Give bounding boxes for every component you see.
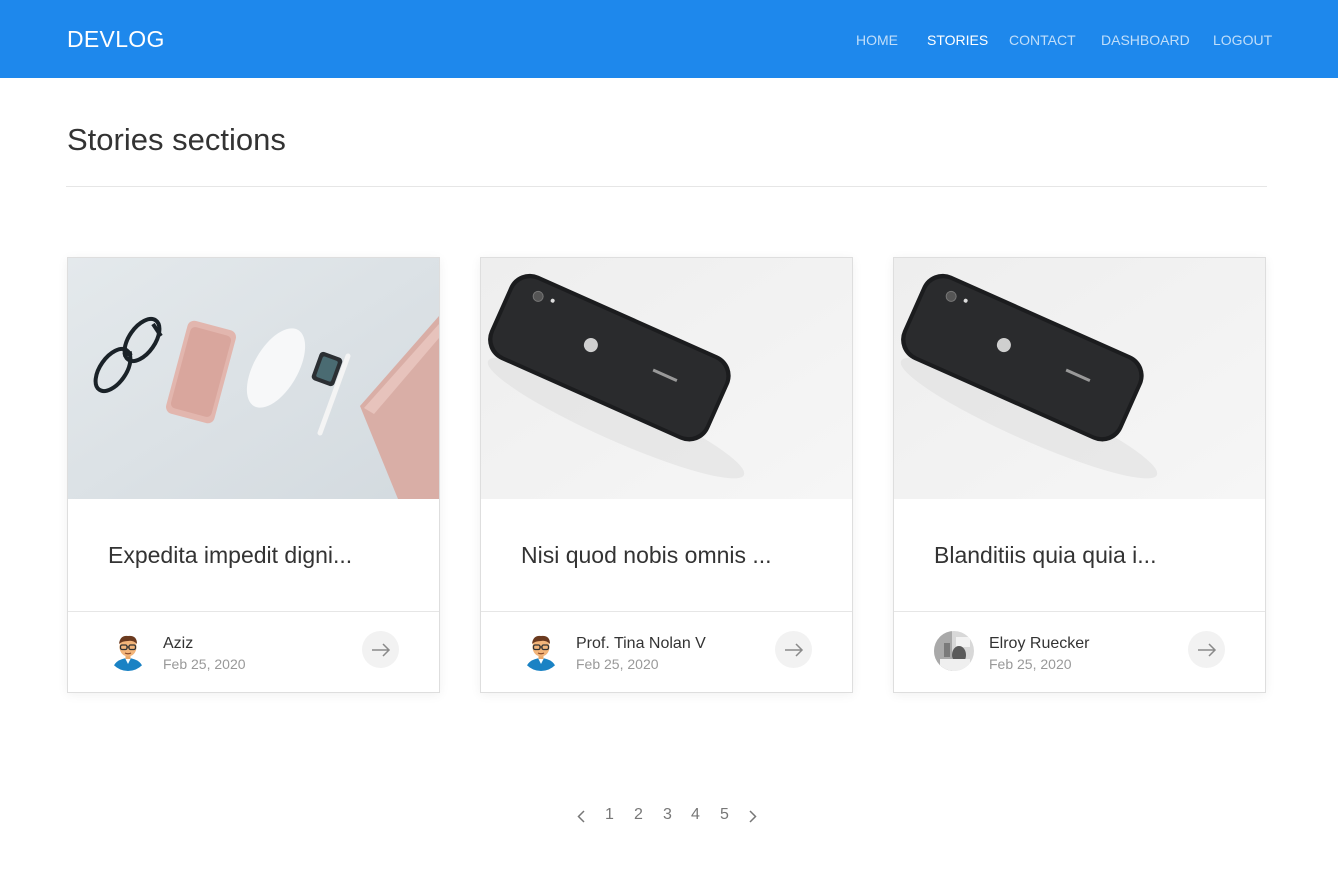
grayscale-photo-avatar (934, 631, 974, 671)
read-more-button[interactable] (362, 631, 399, 668)
top-navbar: DEVLOG HOME STORIES CONTACT DASHBOARD LO… (0, 0, 1338, 78)
story-title[interactable]: Expedita impedit digni... (108, 542, 352, 569)
story-card[interactable]: Blanditiis quia quia i... Elroy Ruecker … (893, 257, 1266, 693)
man-glasses-avatar-icon (521, 631, 561, 671)
story-title[interactable]: Nisi quod nobis omnis ... (521, 542, 772, 569)
nav-dashboard-link[interactable]: DASHBOARD (1101, 32, 1190, 48)
chevron-right-icon[interactable] (749, 810, 757, 828)
story-title[interactable]: Blanditiis quia quia i... (934, 542, 1156, 569)
story-image-desk[interactable] (68, 258, 439, 499)
post-date: Feb 25, 2020 (989, 656, 1072, 672)
card-divider (894, 611, 1265, 612)
chevron-left-icon[interactable] (577, 810, 585, 828)
post-date: Feb 25, 2020 (163, 656, 246, 672)
story-image-iphone[interactable] (894, 258, 1265, 499)
read-more-button[interactable] (1188, 631, 1225, 668)
page-link-2[interactable]: 2 (634, 806, 643, 824)
nav-home-link[interactable]: HOME (856, 32, 898, 48)
story-image-iphone[interactable] (481, 258, 852, 499)
page-link-4[interactable]: 4 (691, 806, 700, 824)
card-divider (68, 611, 439, 612)
page-link-5[interactable]: 5 (720, 806, 729, 824)
card-divider (481, 611, 852, 612)
title-divider (66, 186, 1267, 187)
author-name: Prof. Tina Nolan V (576, 635, 706, 652)
author-name: Elroy Ruecker (989, 635, 1090, 652)
man-glasses-avatar-icon (108, 631, 148, 671)
arrow-right-icon (371, 642, 390, 657)
arrow-right-icon (1197, 642, 1216, 657)
page-title: Stories sections (67, 122, 286, 157)
read-more-button[interactable] (775, 631, 812, 668)
brand-logo[interactable]: DEVLOG (67, 26, 165, 53)
nav-logout-link[interactable]: LOGOUT (1213, 32, 1272, 48)
story-card[interactable]: Nisi quod nobis omnis ... Prof. Tina Nol… (480, 257, 853, 693)
author-name: Aziz (163, 635, 194, 652)
page-link-1[interactable]: 1 (605, 806, 614, 824)
post-date: Feb 25, 2020 (576, 656, 659, 672)
nav-stories-link[interactable]: STORIES (927, 32, 988, 48)
page-link-3[interactable]: 3 (663, 806, 672, 824)
nav-contact-link[interactable]: CONTACT (1009, 32, 1076, 48)
pagination: 1 2 3 4 5 (0, 806, 1338, 830)
arrow-right-icon (784, 642, 803, 657)
story-card[interactable]: Expedita impedit digni... Aziz Feb 25, 2… (67, 257, 440, 693)
